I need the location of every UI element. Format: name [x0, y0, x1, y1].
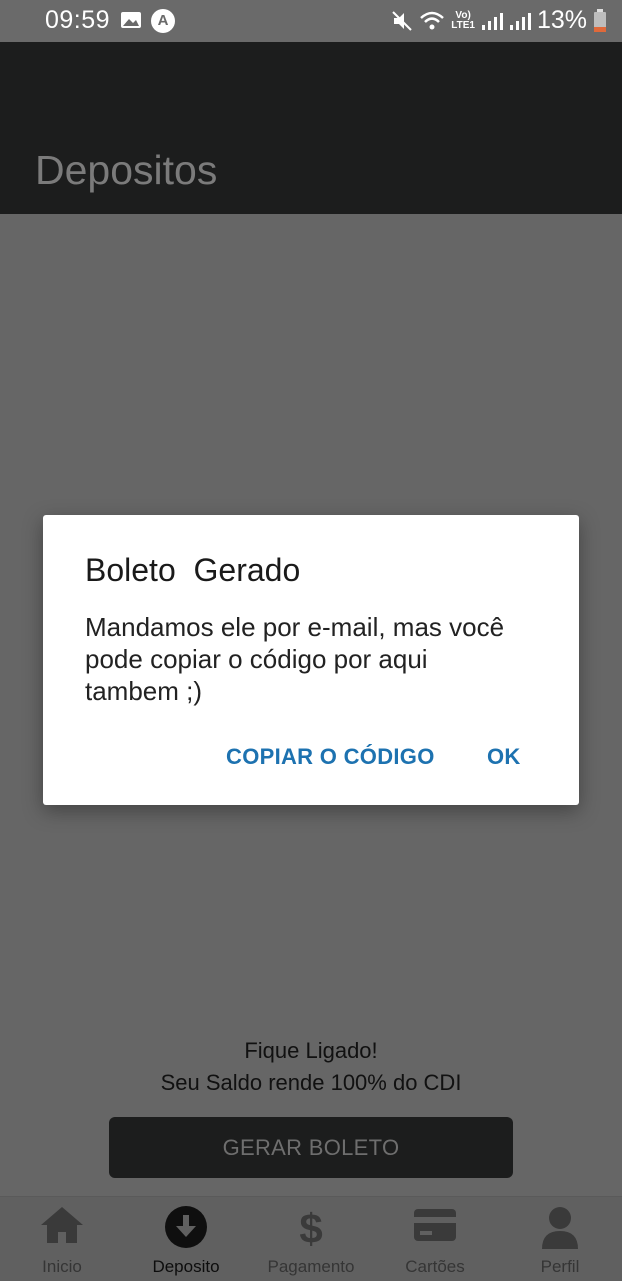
status-bar: 09:59 A Vo) LTE1 13% — [0, 0, 622, 42]
nav-label: Perfil — [540, 1257, 580, 1276]
svg-text:$: $ — [299, 1205, 322, 1249]
nav-label: Pagamento — [267, 1257, 355, 1276]
app-header: Depositos — [0, 42, 622, 214]
copy-code-button[interactable]: COPIAR O CÓDIGO — [226, 744, 435, 770]
info-headline: Fique Ligado! — [244, 1038, 378, 1063]
dollar-icon: $ — [299, 1205, 322, 1249]
dialog-message: Mandamos ele por e-mail, mas você pode c… — [85, 612, 505, 706]
person-icon — [542, 1207, 578, 1249]
nav-item-perfil[interactable]: Perfil — [498, 1197, 622, 1281]
signal-icon-2 — [509, 12, 531, 30]
nav-item-cartoes[interactable]: Cartões — [373, 1197, 497, 1281]
status-icons: Vo) LTE1 13% — [391, 6, 607, 35]
credit-card-icon — [414, 1209, 456, 1241]
boleto-dialog: Boleto Gerado Mandamos ele por e-mail, m… — [43, 515, 579, 805]
battery-icon — [594, 8, 606, 32]
home-icon — [41, 1207, 83, 1243]
nav-item-deposito[interactable]: Deposito — [124, 1197, 248, 1281]
nav-label: Inicio — [42, 1257, 82, 1276]
a-icon: A — [151, 9, 175, 33]
bottom-nav: Inicio Deposito $ Pagamento Cartões Perf… — [0, 1196, 622, 1281]
nav-item-pagamento[interactable]: $ Pagamento — [249, 1197, 373, 1281]
wifi-icon — [420, 11, 445, 29]
status-time: 09:59 — [45, 6, 111, 34]
download-circle-icon — [165, 1206, 207, 1248]
nav-label: Cartões — [405, 1257, 465, 1276]
nav-label: Deposito — [152, 1257, 220, 1276]
battery-percent: 13% — [536, 6, 587, 34]
generate-boleto-button[interactable]: GERAR BOLETO — [109, 1117, 513, 1178]
nav-item-inicio[interactable]: Inicio — [0, 1197, 124, 1281]
info-subtext: Seu Saldo rende 100% do CDI — [160, 1070, 462, 1095]
signal-icon — [481, 12, 503, 30]
ok-button[interactable]: OK — [487, 744, 521, 770]
lte-icon: Vo) LTE1 — [451, 9, 475, 31]
dialog-title: Boleto Gerado — [85, 552, 301, 588]
mute-icon — [392, 10, 412, 31]
image-icon — [121, 12, 141, 28]
page-title: Depositos — [35, 147, 218, 193]
